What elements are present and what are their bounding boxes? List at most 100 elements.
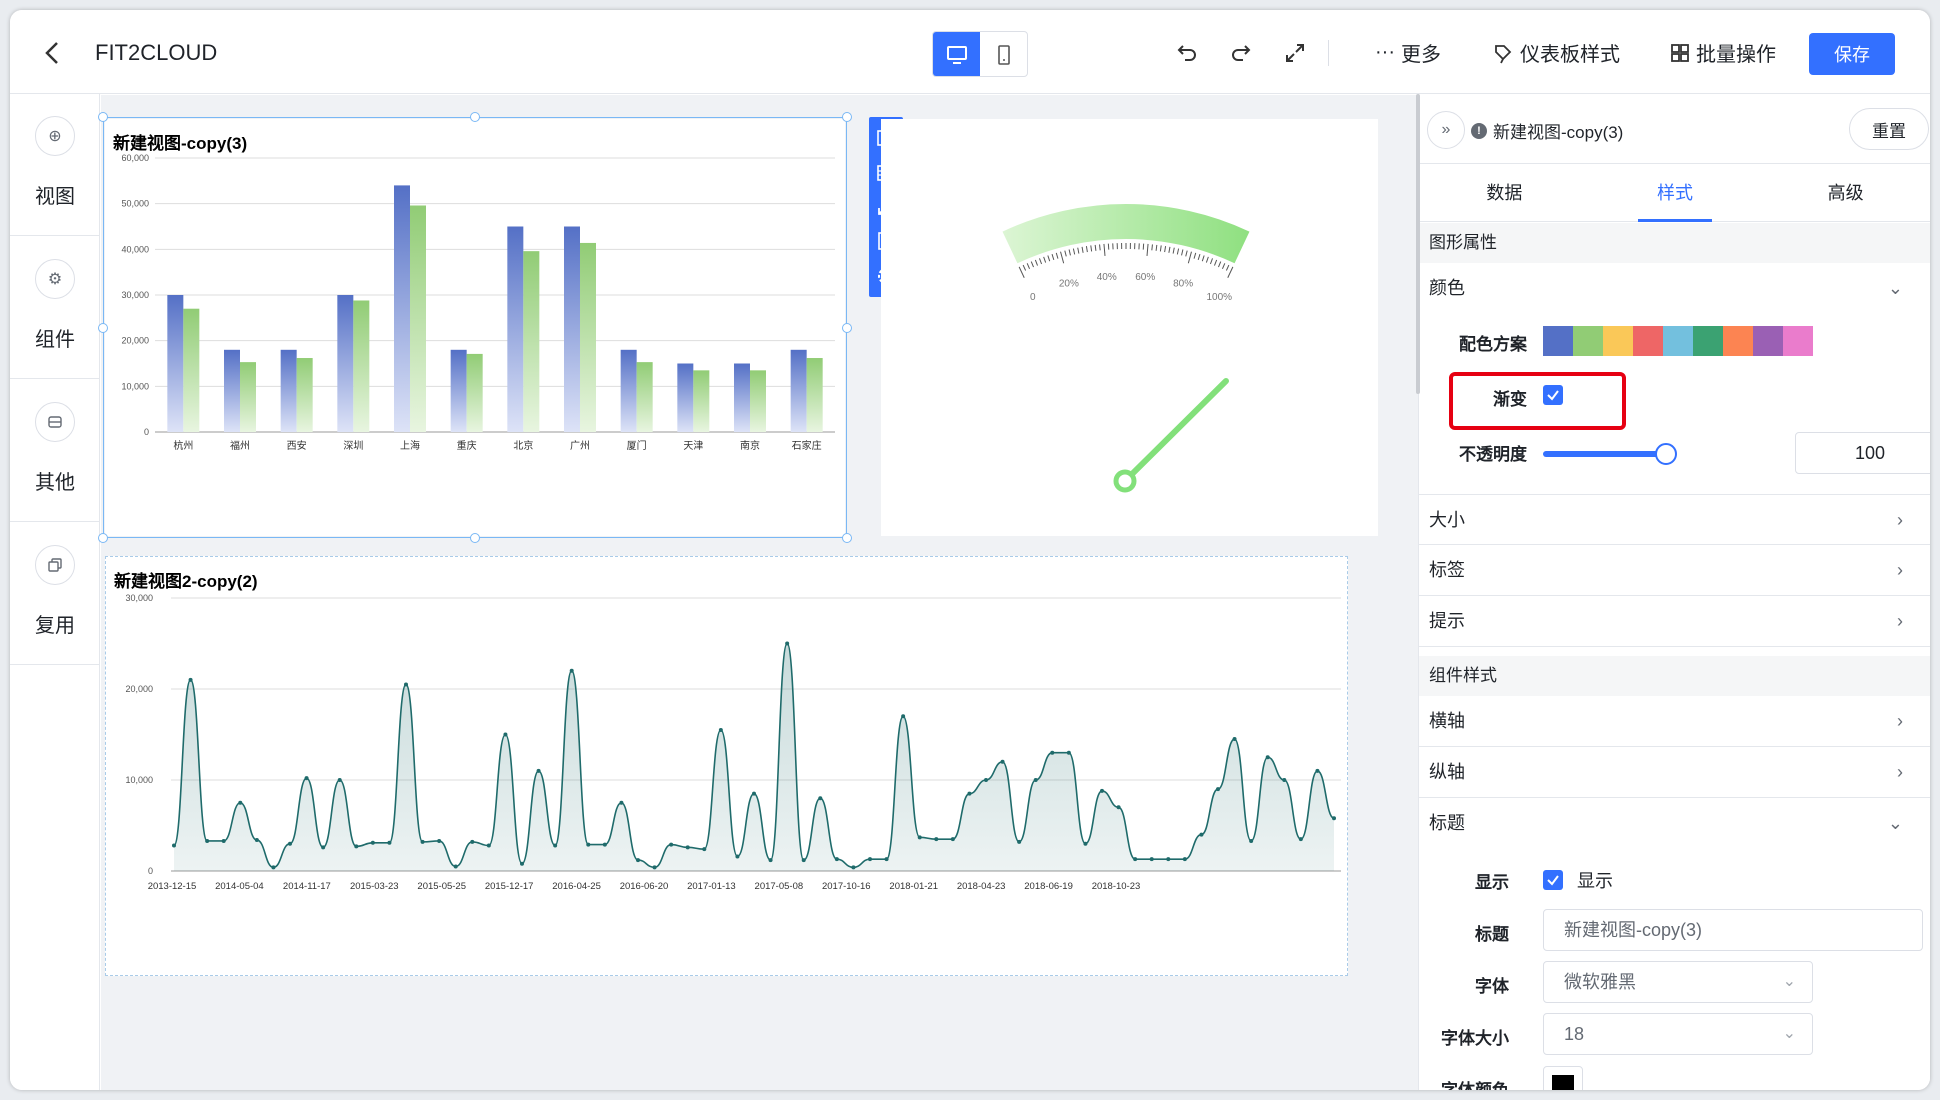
resize-handle[interactable]	[842, 533, 852, 543]
y-axis-row[interactable]: 纵轴 ›	[1419, 747, 1930, 798]
gauge-tick	[1022, 264, 1027, 271]
x-tick-label: 深圳	[343, 440, 363, 452]
gauge-tick	[1218, 261, 1222, 268]
show-title-text: 显示	[1577, 871, 1613, 891]
color-swatch	[1783, 326, 1813, 356]
color-swatch	[1723, 326, 1753, 356]
data-point	[1182, 857, 1187, 862]
tooltip-row[interactable]: 提示 ›	[1419, 596, 1930, 647]
resize-handle[interactable]	[98, 112, 108, 122]
resize-handle[interactable]	[842, 323, 852, 333]
bar-chart-panel[interactable]: 新建视图-copy(3) 60,000 50,000 40,000 30,000 20,…	[105, 119, 845, 536]
rail-label-other: 其他	[35, 472, 75, 494]
dashboard-canvas: 新建视图-copy(3) 60,000 50,000 40,000 30,000 20,…	[98, 95, 1418, 1090]
font-color-picker[interactable]	[1543, 1066, 1583, 1090]
bar	[507, 226, 524, 432]
mobile-view-button[interactable]	[980, 32, 1027, 76]
data-point	[453, 864, 458, 869]
size-row[interactable]: 大小 ›	[1419, 494, 1930, 545]
fontsize-select[interactable]: 18 ⌄	[1543, 1013, 1813, 1055]
tab-advanced[interactable]: 高级	[1760, 164, 1930, 221]
data-point	[205, 838, 210, 843]
data-point	[1332, 816, 1336, 821]
resize-handle[interactable]	[98, 533, 108, 543]
x-tick-label: 2015-05-25	[417, 881, 466, 892]
dashboard-style-button[interactable]: 仪表板样式	[1492, 38, 1620, 67]
bar	[240, 362, 256, 432]
gauge-tick	[1055, 252, 1059, 259]
rail-item-view[interactable]: ⊕ 视图	[10, 94, 100, 236]
rail-item-component[interactable]: ⚙ 组件	[10, 237, 100, 379]
resize-handle[interactable]	[98, 323, 108, 333]
gauge-tick	[1227, 266, 1234, 278]
data-point	[553, 843, 558, 848]
brush-icon	[1495, 44, 1512, 63]
data-point	[752, 791, 756, 796]
rail-item-reuse[interactable]: 复用	[10, 523, 100, 665]
desktop-view-button[interactable]	[933, 32, 980, 76]
slider-handle[interactable]	[1655, 443, 1677, 465]
chevron-down-icon: ⌄	[1782, 973, 1796, 990]
gauge-panel[interactable]: 0 20% 40% 60% 80% 100%	[881, 119, 1378, 536]
x-tick-label: 广州	[570, 440, 590, 452]
fullscreen-icon[interactable]	[1282, 40, 1308, 66]
bar	[167, 295, 184, 432]
x-tick-label: 2018-04-23	[957, 881, 1006, 892]
batch-operation-button[interactable]: 批量操作	[1670, 38, 1776, 67]
data-point	[1298, 837, 1303, 842]
gauge-tick	[1168, 246, 1171, 253]
x-tick-label: 北京	[513, 439, 533, 452]
reset-button[interactable]: 重置	[1849, 108, 1929, 150]
collapse-icon[interactable]: »	[1427, 111, 1465, 149]
data-point	[337, 778, 342, 782]
y-tick-label: 30,000	[125, 593, 153, 603]
more-button[interactable]: ··· 更多	[1375, 38, 1441, 67]
monitor-icon	[946, 46, 967, 64]
x-tick-label: 南京	[740, 439, 760, 452]
opacity-input[interactable]: 100	[1795, 432, 1930, 474]
show-title-checkbox[interactable]	[1543, 870, 1563, 890]
gauge-tick	[1039, 258, 1043, 265]
gauge-tick	[1164, 246, 1167, 253]
data-point	[801, 858, 806, 863]
x-tick-label: 西安	[287, 439, 307, 452]
color-row[interactable]: 颜色 ⌄	[1419, 263, 1930, 314]
data-point	[1232, 737, 1237, 742]
resize-handle[interactable]	[470, 112, 480, 122]
fontsize-label: 字体大小	[1441, 1029, 1509, 1048]
opacity-slider[interactable]	[1543, 443, 1677, 465]
bar	[734, 363, 750, 432]
gauge-chart: 0 20% 40% 60% 80% 100%	[1002, 204, 1250, 493]
redo-icon[interactable]	[1228, 40, 1254, 66]
grid-icon	[1671, 43, 1689, 62]
data-point	[1166, 857, 1171, 862]
save-button[interactable]: 保存	[1809, 33, 1895, 75]
gauge-tick	[1185, 250, 1188, 257]
data-point	[1000, 759, 1005, 764]
check-icon	[1547, 875, 1559, 886]
gauge-tick	[1225, 264, 1230, 271]
tab-style[interactable]: 样式	[1590, 164, 1761, 222]
tab-data[interactable]: 数据	[1419, 164, 1590, 221]
gauge-tick	[1146, 243, 1149, 256]
title-input[interactable]: 新建视图-copy(3)	[1543, 909, 1923, 951]
area-chart-panel[interactable]: 新建视图2-copy(2) 30,000 20,000 10,000 0 2013-12…	[105, 556, 1348, 976]
canvas-scrollbar[interactable]	[1416, 94, 1420, 394]
font-select[interactable]: 微软雅黑 ⌄	[1543, 961, 1813, 1003]
rail-item-other[interactable]: 其他	[10, 380, 100, 522]
label-row[interactable]: 标签 ›	[1419, 545, 1930, 596]
gauge-tick-label: 60%	[1135, 272, 1155, 283]
gauge-tick	[1209, 258, 1213, 265]
title-row[interactable]: 标题 ⌄	[1419, 798, 1930, 849]
resize-handle[interactable]	[842, 112, 852, 122]
resize-handle[interactable]	[470, 533, 480, 543]
x-axis-row[interactable]: 横轴 ›	[1419, 696, 1930, 747]
color-scheme-picker[interactable]	[1543, 326, 1823, 356]
data-point	[1249, 838, 1254, 843]
plus-icon: ⊕	[35, 116, 75, 156]
data-point	[221, 838, 226, 843]
gauge-pivot	[1113, 469, 1137, 493]
undo-icon[interactable]	[1174, 40, 1200, 66]
gauge-tick-label: 40%	[1097, 272, 1117, 283]
back-arrow-icon[interactable]	[38, 38, 68, 68]
